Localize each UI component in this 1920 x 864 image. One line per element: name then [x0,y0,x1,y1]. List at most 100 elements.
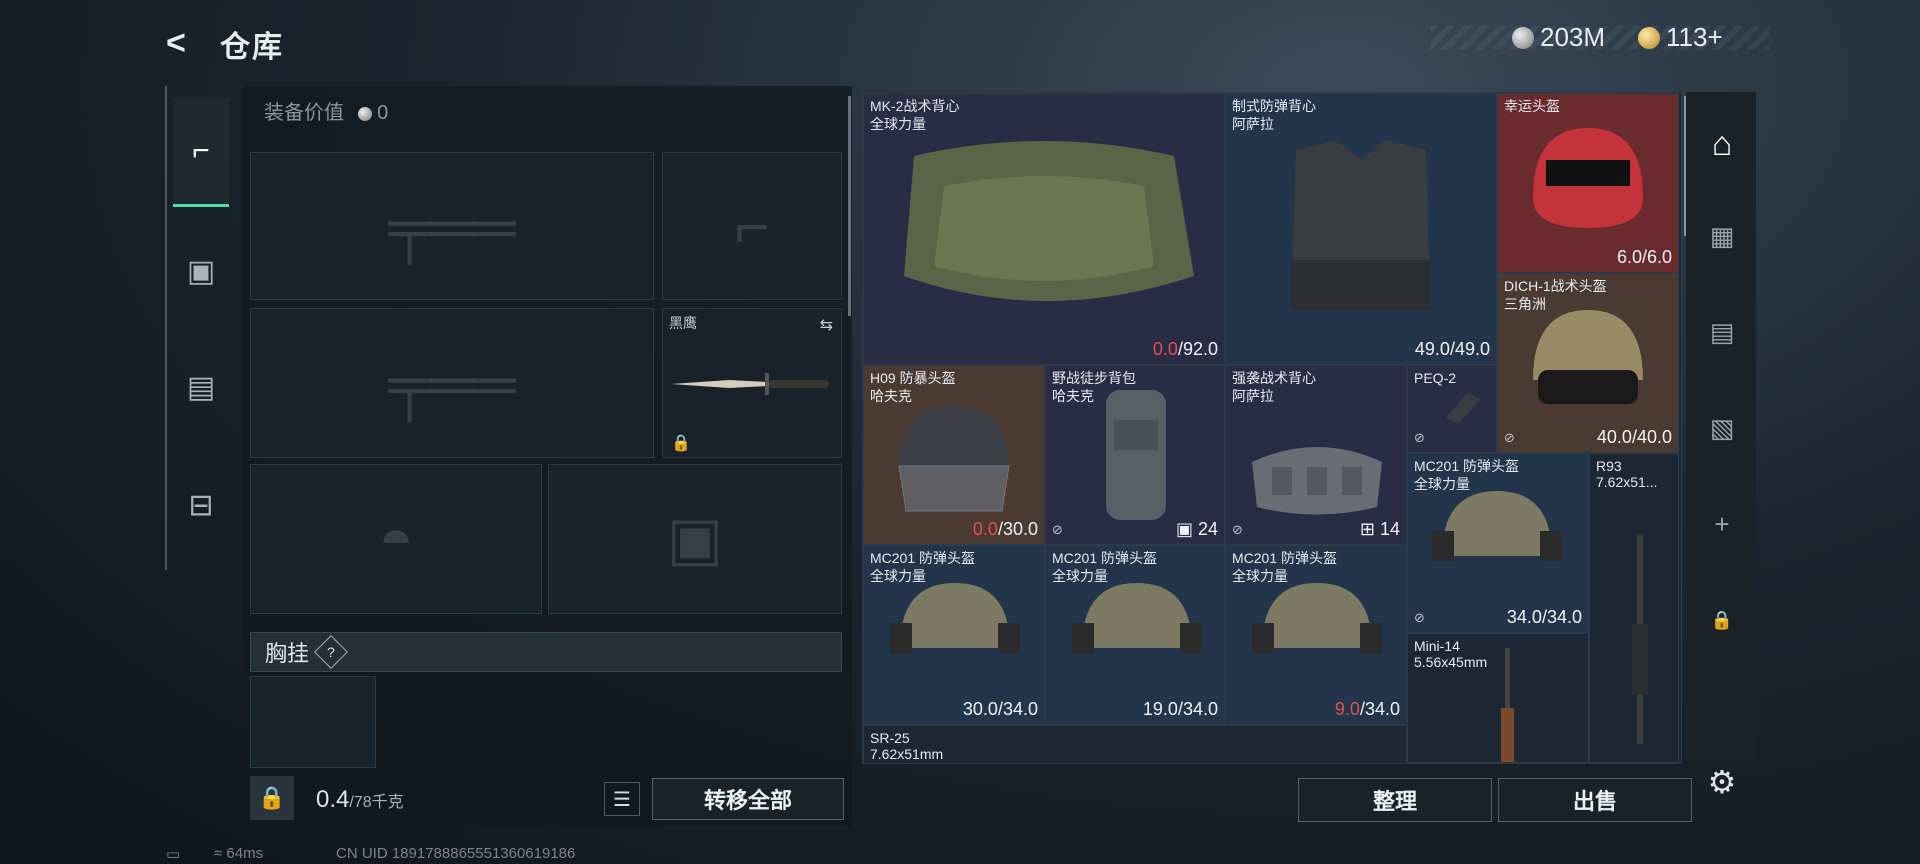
vest-silhouette-icon: ▣ [666,505,724,572]
grid-item[interactable]: SR-25 7.62x51mm [863,725,1407,763]
pistol-silhouette-icon: ⌐ [734,192,770,260]
helmet-image [1533,128,1643,228]
no-bag-icon: ⊘ [1232,522,1243,537]
settings-button[interactable]: ⚙ [1700,760,1744,804]
capacity-icon: ▣ [1175,519,1198,539]
helmet-silhouette-icon: ◓ [377,505,415,573]
pistol-slot[interactable]: ⌐ [662,152,842,300]
category-armor-tab[interactable]: ▣ [173,218,229,324]
secondary-weapon-slot[interactable]: ╤══ [250,308,654,458]
melee-name: 黑鹰 [669,315,697,331]
capacity-icon: ⊞ [1359,519,1380,539]
armor-slot[interactable]: ▣ [548,464,842,614]
warehouse-grid: MK-2战术背心 全球力量 0.0/92.0 制式防弹背心 阿萨拉 49.0/4… [862,92,1682,764]
gold-currency[interactable]: 113+ [1638,22,1723,53]
gold-coin-icon [1638,26,1660,49]
equipment-scrollbar[interactable] [848,96,851,316]
swap-icon[interactable]: ⇆ [820,315,833,335]
silver-coin-icon [1512,26,1534,49]
helmet-image [1432,491,1562,561]
grid-item[interactable]: 幸运头盔 6.0/6.0 [1497,93,1679,273]
all-items-tab[interactable]: ⌂ [1700,122,1744,166]
pistol-icon: ⌐ [192,134,210,167]
help-icon[interactable]: ? [314,635,348,669]
backpack-icon: ▤ [186,370,216,404]
vest-image [1291,140,1431,310]
helmet-image [898,406,1010,512]
rifle-silhouette-icon: ╤══ [388,349,516,417]
category-weapons-tab[interactable]: ⌐ [173,98,229,207]
no-bag-icon: ⊘ [1504,430,1515,445]
chest-rig-image [1252,447,1382,515]
transfer-all-button[interactable]: 转移全部 [652,778,844,820]
gear-icon: ⚙ [1707,764,1737,800]
rifle-silhouette-icon: ╤══ [388,192,516,260]
backpack-image [1106,390,1166,520]
grid-item[interactable]: H09 防暴头盔 哈夫克 0.0/30.0 [863,365,1045,545]
list-icon: ☰ [613,788,631,811]
knife-image [671,373,829,395]
sort-button[interactable]: 整理 [1298,778,1492,822]
grid-item[interactable]: Mini-14 5.56x45mm [1407,633,1589,763]
no-bag-icon: ⊘ [1414,610,1425,625]
silver-amount: 203M [1540,22,1606,52]
silver-currency: 203M [1512,22,1605,53]
lock-icon: 🔒 [671,435,691,452]
primary-weapon-slot[interactable]: ╤══ [250,152,654,300]
briefcase-icon: ⊟ [188,488,214,522]
battery-icon: ▭ [166,846,181,863]
user-uid: CN UID 1891788865551360619186 [336,845,576,862]
arch-icon: ⌂ [1711,124,1733,163]
vest-icon: ▣ [186,254,216,288]
grid-item[interactable]: PEQ-2 ⊘ [1407,365,1497,453]
add-storage-button[interactable]: + [1700,502,1744,546]
grid-item[interactable]: MK-2战术背心 全球力量 0.0/92.0 [863,93,1225,365]
page-title: 仓库 [220,31,284,64]
no-bag-icon: ⊘ [1052,522,1063,537]
rifle-image [1501,648,1514,762]
wifi-icon: ≈ [214,845,227,862]
storage-tab-2[interactable]: ▤ [1700,310,1744,354]
list-view-button[interactable]: ☰ [604,782,640,816]
grid-item[interactable]: MC201 防弹头盔 全球力量 19.0/34.0 [1045,545,1225,725]
vest-image [904,141,1194,301]
grid-item[interactable]: DICH-1战术头盔 三角洲 ⊘ 40.0/40.0 [1497,273,1679,453]
grid-item[interactable]: R93 7.62x51... [1589,453,1679,763]
box-icon: ▦ [1709,220,1735,251]
plus-icon: + [1714,508,1730,539]
crate-icon: ▤ [1709,316,1735,347]
chest-rig-header[interactable]: 胸挂 ? [250,632,842,672]
grid-item[interactable]: 野战徒步背包 哈夫克 ⊘ ▣ 24 [1045,365,1225,545]
grid-item[interactable]: MC201 防弹头盔 全球力量 9.0/34.0 [1225,545,1407,725]
storage-tab-3[interactable]: ▧ [1700,406,1744,450]
category-backpack-tab[interactable]: ▤ [173,334,229,440]
locked-storage-tab[interactable]: 🔒 [1700,598,1744,642]
storage-tab-1[interactable]: ▦ [1700,214,1744,258]
rifle-image [1632,534,1648,744]
helmet-image [1533,310,1643,404]
melee-slot[interactable]: 黑鹰 ⇆ 🔒 [662,308,842,458]
equipment-value: 装备价值 0 [264,102,389,124]
carry-weight: 0.4/78千克 [316,786,404,813]
helmet-image [1252,583,1382,653]
grid-item[interactable]: 强袭战术背心 阿萨拉 ⊘ ⊞ 14 [1225,365,1407,545]
gold-amount: 113+ [1666,22,1723,52]
grid-item[interactable]: 制式防弹背心 阿萨拉 49.0/49.0 [1225,93,1497,365]
vault-icon: ▧ [1709,412,1735,443]
category-case-tab[interactable]: ⊟ [173,452,229,558]
no-bag-icon: ⊘ [1414,430,1425,445]
helmet-image [1072,583,1202,653]
laser-module-image [1446,392,1480,424]
back-button[interactable]: < [166,24,186,63]
lock-icon: 🔒 [1710,609,1734,630]
helmet-image [890,583,1020,653]
chest-rig-slot[interactable] [250,676,376,768]
sell-button[interactable]: 出售 [1498,778,1692,822]
grid-item[interactable]: MC201 防弹头盔 全球力量 30.0/34.0 [863,545,1045,725]
grid-item[interactable]: MC201 防弹头盔 全球力量 ⊘ 34.0/34.0 [1407,453,1589,633]
helmet-slot[interactable]: ◓ [250,464,542,614]
wifi-ping: ≈ 64ms [214,845,264,862]
lock-icon: 🔒 [258,785,286,810]
lock-button[interactable]: 🔒 [250,776,294,820]
silver-coin-icon [357,106,372,121]
